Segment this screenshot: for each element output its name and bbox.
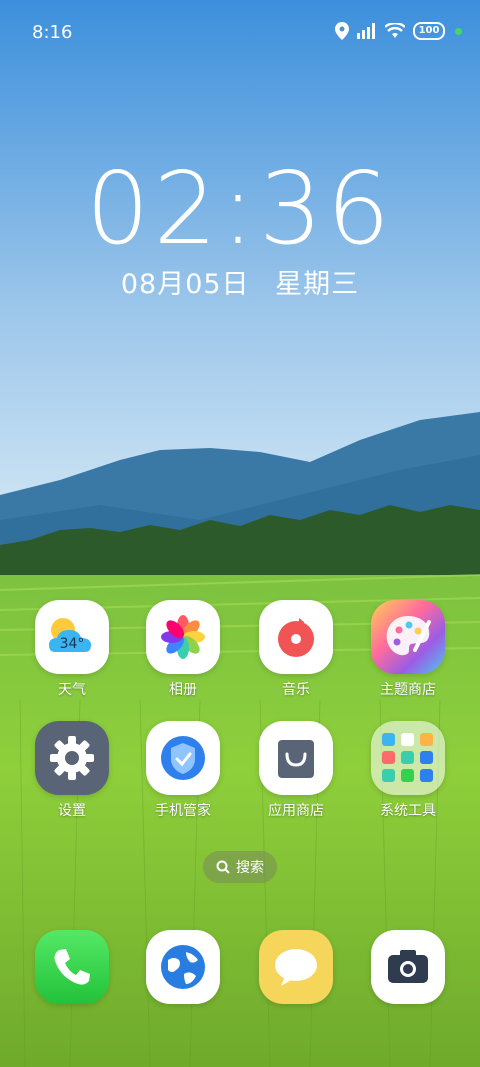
app-label: 主题商店 — [380, 682, 436, 698]
app-app-store[interactable]: 应用商店 — [241, 721, 351, 820]
weekday-text: 星期三 — [275, 269, 360, 300]
app-weather[interactable]: 34° 天气 — [17, 600, 127, 699]
app-music[interactable]: 音乐 — [241, 600, 351, 699]
dock-messages[interactable] — [241, 930, 351, 1004]
app-system-tools-folder[interactable]: 系统工具 — [353, 721, 463, 820]
dock-camera[interactable] — [353, 930, 463, 1004]
signal-icon — [357, 23, 375, 39]
shield-icon — [146, 721, 220, 795]
app-label: 应用商店 — [268, 803, 324, 819]
dock-browser[interactable] — [128, 930, 238, 1004]
folder-icon — [371, 721, 445, 795]
status-time: 8:16 — [32, 22, 73, 43]
clock-time[interactable]: 02:36 — [0, 150, 480, 267]
search-icon — [216, 860, 230, 874]
globe-icon — [146, 930, 220, 1004]
music-icon — [259, 600, 333, 674]
app-label: 天气 — [58, 682, 86, 698]
weather-badge: 34° — [60, 636, 85, 652]
shopping-bag-icon — [259, 721, 333, 795]
app-theme-store[interactable]: 主题商店 — [353, 600, 463, 699]
app-settings[interactable]: 设置 — [17, 721, 127, 820]
gallery-icon — [146, 600, 220, 674]
app-label: 相册 — [169, 682, 197, 698]
app-phone-manager[interactable]: 手机管家 — [128, 721, 238, 820]
app-label: 手机管家 — [155, 803, 211, 819]
app-label: 设置 — [58, 803, 86, 819]
battery-indicator: 100 — [413, 22, 445, 40]
date-text: 08月05日 — [120, 269, 250, 300]
message-icon — [259, 930, 333, 1004]
wifi-icon — [385, 23, 405, 38]
status-bar: 8:16 100 — [0, 0, 480, 70]
search-button[interactable]: 搜索 — [203, 851, 277, 883]
clock-date: 08月05日 星期三 — [0, 262, 480, 301]
phone-icon — [35, 930, 109, 1004]
status-icons: 100 — [335, 22, 462, 40]
app-gallery[interactable]: 相册 — [128, 600, 238, 699]
dock-phone[interactable] — [17, 930, 127, 1004]
app-label: 音乐 — [282, 682, 310, 698]
camera-icon — [371, 930, 445, 1004]
palette-icon — [371, 600, 445, 674]
app-label: 系统工具 — [380, 803, 436, 819]
search-label: 搜索 — [236, 860, 264, 876]
weather-icon: 34° — [35, 600, 109, 674]
location-icon — [335, 22, 349, 40]
gear-icon — [35, 721, 109, 795]
privacy-dot — [455, 27, 462, 35]
